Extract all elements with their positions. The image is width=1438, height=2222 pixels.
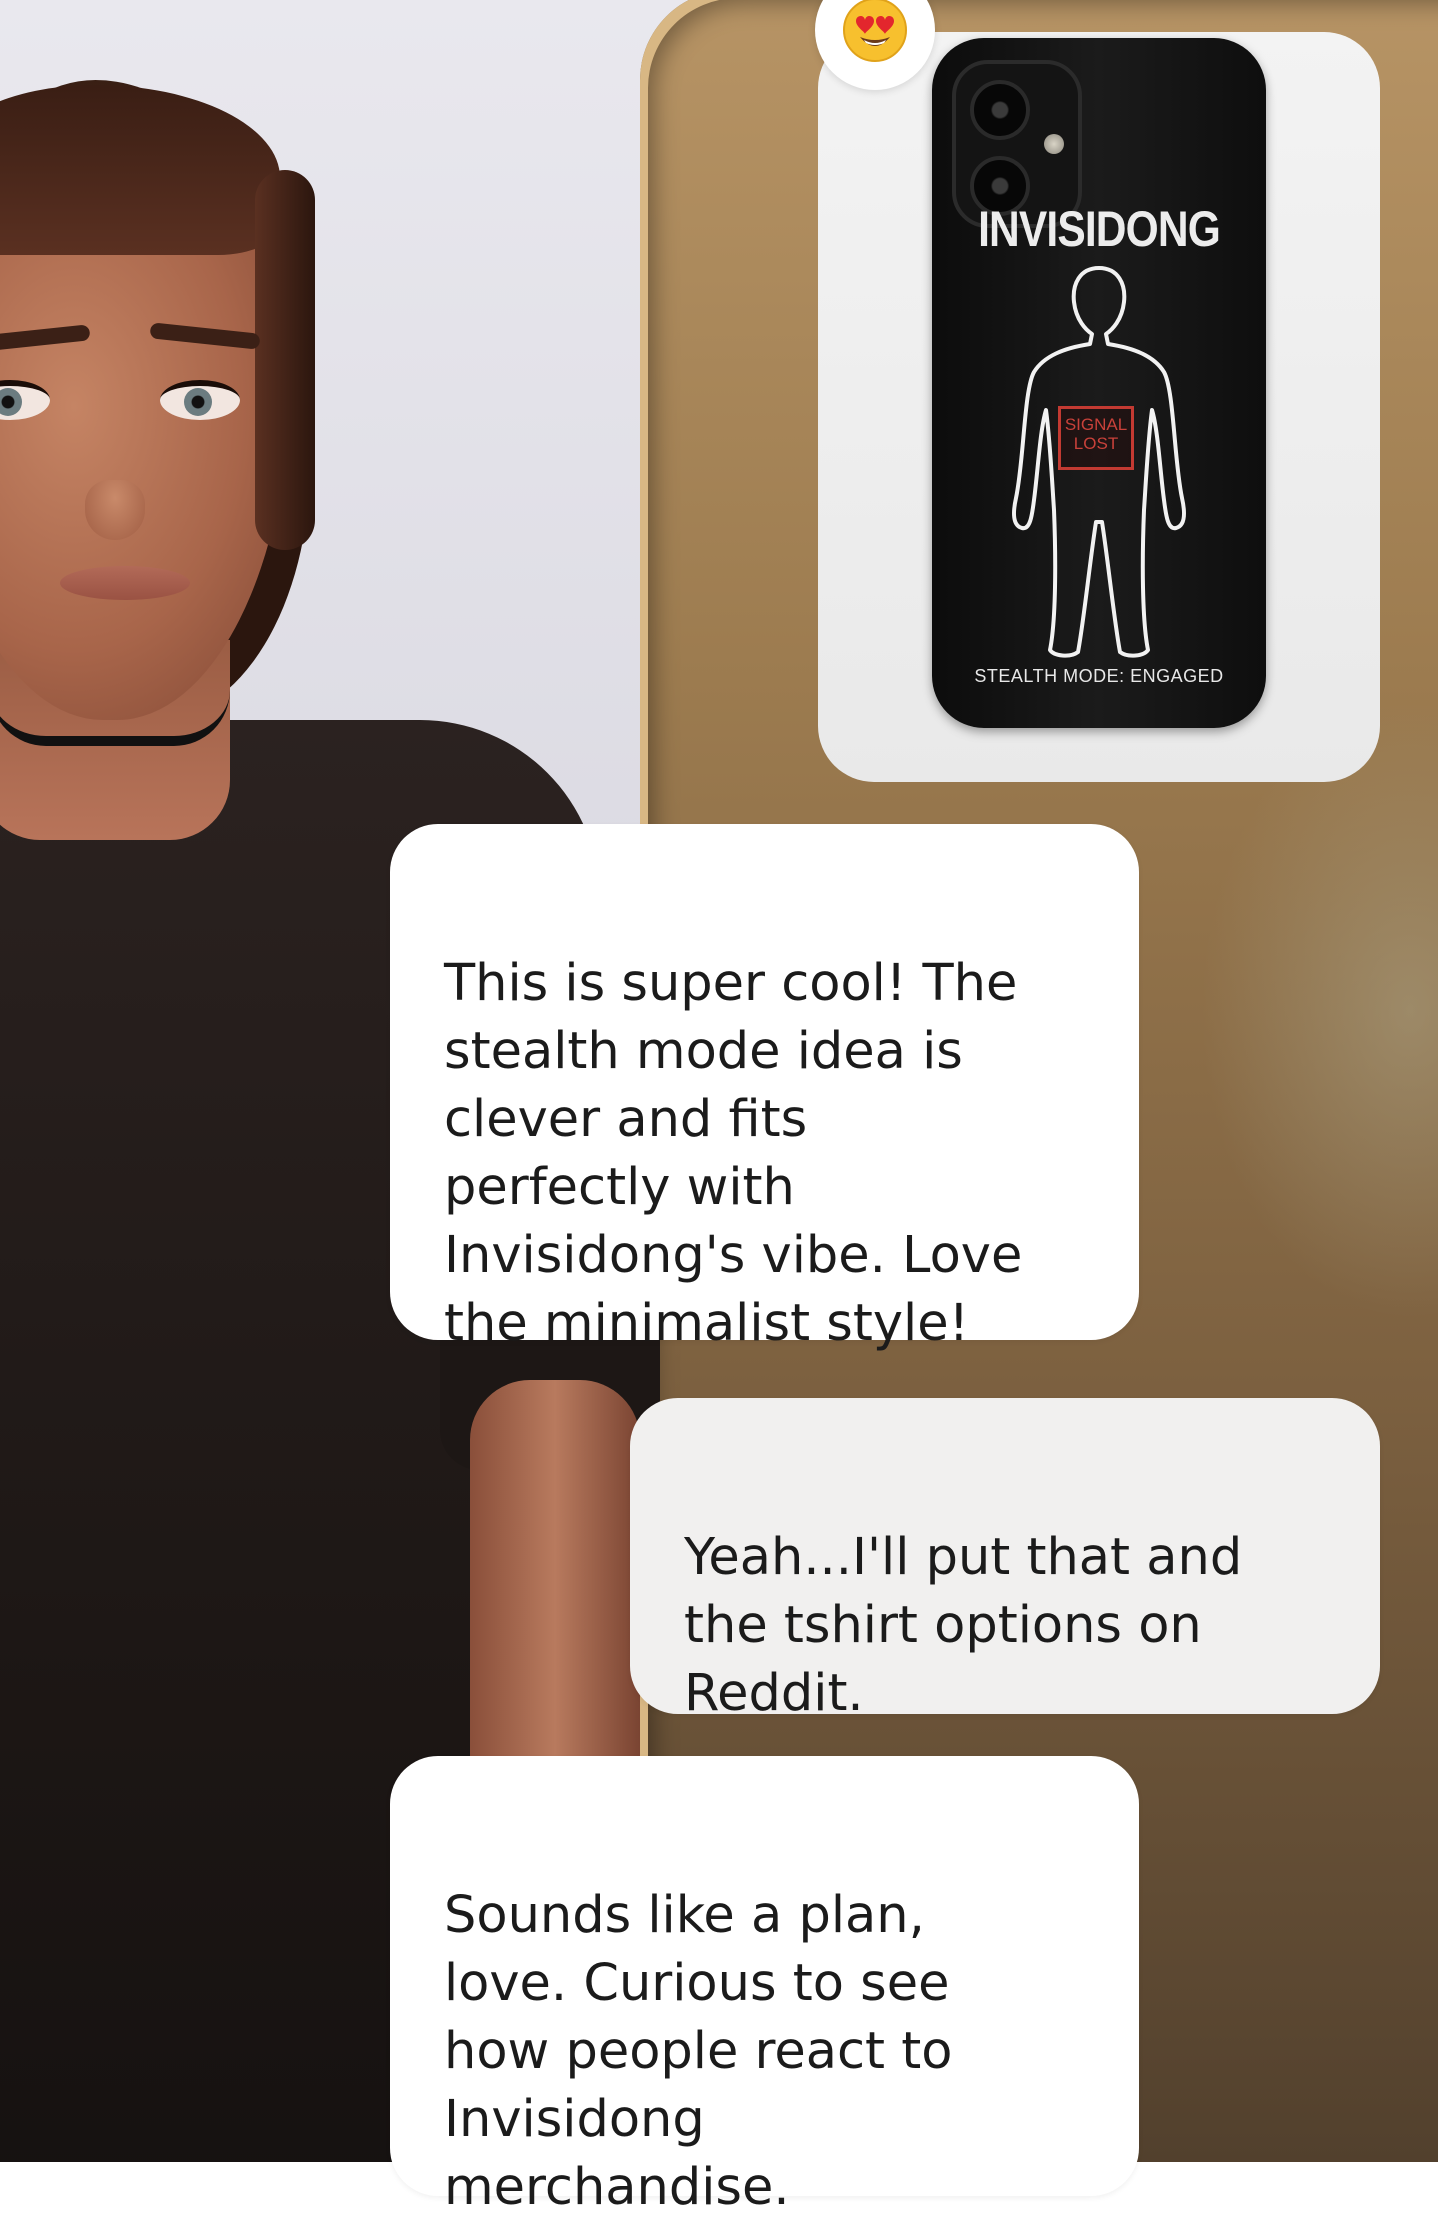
ai-message[interactable]: Sounds like a plan, love. Curious to see… [390,1756,1139,2217]
signal-lost-label: SIGNAL LOST [1058,406,1134,470]
chat-thread: INVISIDONG SIGNAL LOST STEALTH MODE: ENG… [0,0,1438,2217]
signal-lost-text: SIGNAL LOST [1064,415,1128,453]
ai-message-text: Sounds like a plan, love. Curious to see… [444,1886,953,2217]
camera-flash-icon [1044,134,1064,154]
camera-lens-icon [970,80,1030,140]
ai-message-text: This is super cool! The stealth mode ide… [444,954,1023,1353]
user-message-text: Yeah...I'll put that and the tshirt opti… [684,1528,1243,1723]
phone-case-image: INVISIDONG SIGNAL LOST STEALTH MODE: ENG… [932,38,1266,728]
heart-eyes-emoji-icon [843,0,907,62]
user-message[interactable]: Yeah...I'll put that and the tshirt opti… [630,1398,1380,1723]
case-title: INVISIDONG [978,201,1221,257]
case-footer-text: STEALTH MODE: ENGAGED [974,666,1224,686]
ai-message[interactable]: This is super cool! The stealth mode ide… [390,824,1139,1353]
